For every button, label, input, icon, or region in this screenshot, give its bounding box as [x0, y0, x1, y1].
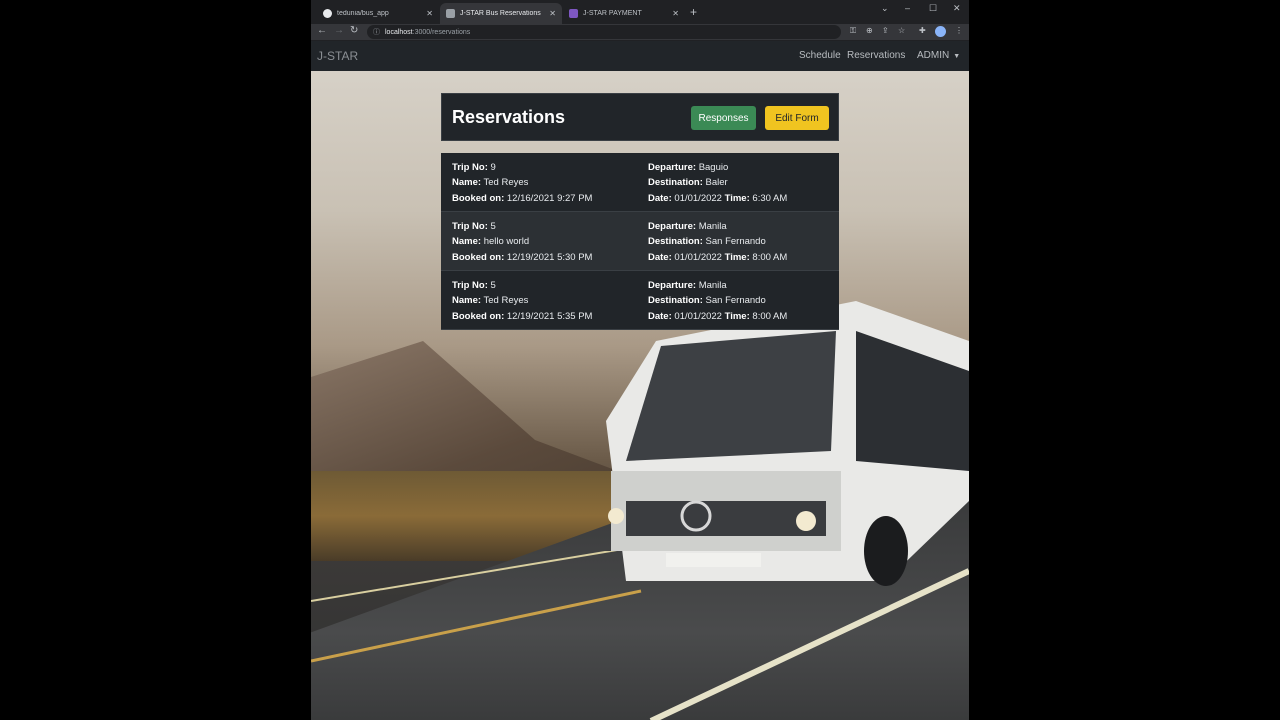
bus-image [606, 301, 969, 586]
date-label: Date: [648, 192, 672, 204]
caret-down-icon: ▼ [953, 53, 961, 60]
destination-label: Destination: [648, 236, 703, 248]
edit-form-button[interactable]: Edit Form [765, 106, 829, 130]
reservation-item[interactable]: Trip No: 5 Name: hello world Booked on: … [441, 212, 839, 271]
app-icon [569, 9, 578, 18]
github-icon [323, 9, 332, 18]
tab-title: J-STAR PAYMENT [583, 10, 642, 17]
trip-no-label: Trip No: [452, 162, 488, 173]
close-icon[interactable]: ✕ [426, 9, 433, 18]
tab-payment[interactable]: J-STAR PAYMENT ✕ [563, 3, 685, 24]
date-label: Date: [648, 310, 672, 322]
time-label: Time: [724, 251, 750, 263]
trip-no-value: 5 [490, 280, 496, 291]
tab-strip: tedunia/bus_app ✕ J-STAR Bus Reservation… [311, 0, 969, 24]
browser-toolbar: ← → ↻ ⓘ localhost:3000/reservations ⚿ ⊕ … [311, 24, 969, 40]
key-icon[interactable]: ⚿ [850, 26, 856, 36]
name-value: Ted Reyes [483, 177, 529, 189]
responses-button[interactable]: Responses [691, 106, 756, 130]
name-label: Name: [452, 177, 482, 189]
destination-value: San Fernando [705, 295, 766, 307]
tab-search-icon[interactable]: ⌄ [881, 3, 889, 14]
tab-title: J-STAR Bus Reservations [460, 10, 541, 17]
tab-bus-reservations[interactable]: J-STAR Bus Reservations ✕ [440, 3, 562, 24]
extensions-icon[interactable]: ✚ [919, 26, 926, 35]
trip-no-label: Trip No: [452, 221, 488, 232]
close-icon[interactable]: ✕ [549, 9, 556, 18]
tab-title: tedunia/bus_app [337, 10, 389, 17]
brand-logo[interactable]: J-STAR [317, 49, 358, 63]
forward-icon[interactable]: → [334, 25, 344, 36]
reload-icon[interactable]: ↻ [350, 25, 358, 36]
browser-window: tedunia/bus_app ✕ J-STAR Bus Reservation… [311, 0, 969, 720]
back-icon[interactable]: ← [317, 25, 327, 36]
close-window-icon[interactable]: ✕ [953, 3, 961, 14]
booked-on-label: Booked on: [452, 192, 505, 204]
date-label: Date: [648, 251, 672, 263]
page-title: Reservations [452, 107, 566, 127]
departure-value: Manila [698, 221, 727, 232]
booked-on-value: 12/19/2021 5:30 PM [506, 251, 593, 263]
reservation-list: Trip No: 9 Name: Ted Reyes Booked on: 12… [441, 153, 839, 330]
trip-no-value: 9 [490, 162, 496, 173]
departure-value: Baguio [698, 162, 729, 173]
destination-label: Destination: [648, 177, 703, 189]
name-label: Name: [452, 295, 482, 307]
close-icon[interactable]: ✕ [672, 9, 679, 18]
share-icon[interactable]: ⇪ [882, 26, 889, 35]
time-value: 6:30 AM [752, 192, 788, 204]
name-label: Name: [452, 236, 482, 248]
bookmark-star-icon[interactable]: ☆ [898, 26, 905, 35]
nav-schedule[interactable]: Schedule [799, 50, 841, 61]
date-value: 01/01/2022 [674, 310, 722, 322]
departure-label: Departure: [648, 280, 697, 291]
profile-avatar[interactable] [935, 26, 946, 37]
booked-on-value: 12/16/2021 9:27 PM [506, 192, 593, 204]
nav-admin-dropdown[interactable]: ADMIN ▼ [917, 50, 960, 61]
admin-label: ADMIN [917, 50, 950, 61]
date-value: 01/01/2022 [674, 192, 722, 204]
destination-label: Destination: [648, 295, 703, 307]
trip-no-value: 5 [490, 221, 496, 232]
departure-label: Departure: [648, 221, 697, 232]
date-value: 01/01/2022 [674, 251, 722, 263]
booked-on-label: Booked on: [452, 310, 505, 322]
info-icon[interactable]: ⓘ [373, 27, 380, 37]
departure-label: Departure: [648, 162, 697, 173]
time-value: 8:00 AM [752, 251, 788, 263]
new-tab-button[interactable]: + [690, 5, 697, 19]
minimize-icon[interactable]: – [905, 3, 910, 13]
departure-value: Manila [698, 280, 727, 291]
url-host: localhost [385, 28, 413, 36]
url-path: :3000/reservations [412, 28, 471, 36]
booked-on-value: 12/19/2021 5:35 PM [506, 310, 593, 322]
name-value: Ted Reyes [483, 295, 529, 307]
site-navbar: J-STAR Schedule Reservations ADMIN ▼ [311, 41, 969, 71]
nav-reservations[interactable]: Reservations [847, 50, 905, 61]
destination-value: San Fernando [705, 236, 766, 248]
maximize-icon[interactable]: ☐ [929, 3, 937, 14]
page-viewport: J-STAR Schedule Reservations ADMIN ▼ Rese… [311, 41, 969, 720]
trip-no-label: Trip No: [452, 280, 488, 291]
reservation-item[interactable]: Trip No: 9 Name: Ted Reyes Booked on: 12… [441, 153, 839, 212]
tab-github[interactable]: tedunia/bus_app ✕ [317, 3, 439, 24]
zoom-icon[interactable]: ⊕ [866, 26, 873, 35]
time-value: 8:00 AM [752, 310, 788, 322]
name-value: hello world [483, 236, 530, 248]
menu-icon[interactable]: ⋮ [955, 26, 963, 35]
address-bar[interactable]: ⓘ localhost:3000/reservations [367, 25, 841, 39]
reservations-header: Reservations Responses Edit Form [441, 93, 839, 141]
time-label: Time: [724, 192, 750, 204]
page-icon [446, 9, 455, 18]
reservation-item[interactable]: Trip No: 5 Name: Ted Reyes Booked on: 12… [441, 271, 839, 330]
time-label: Time: [724, 310, 750, 322]
booked-on-label: Booked on: [452, 251, 505, 263]
destination-value: Baler [705, 177, 728, 189]
